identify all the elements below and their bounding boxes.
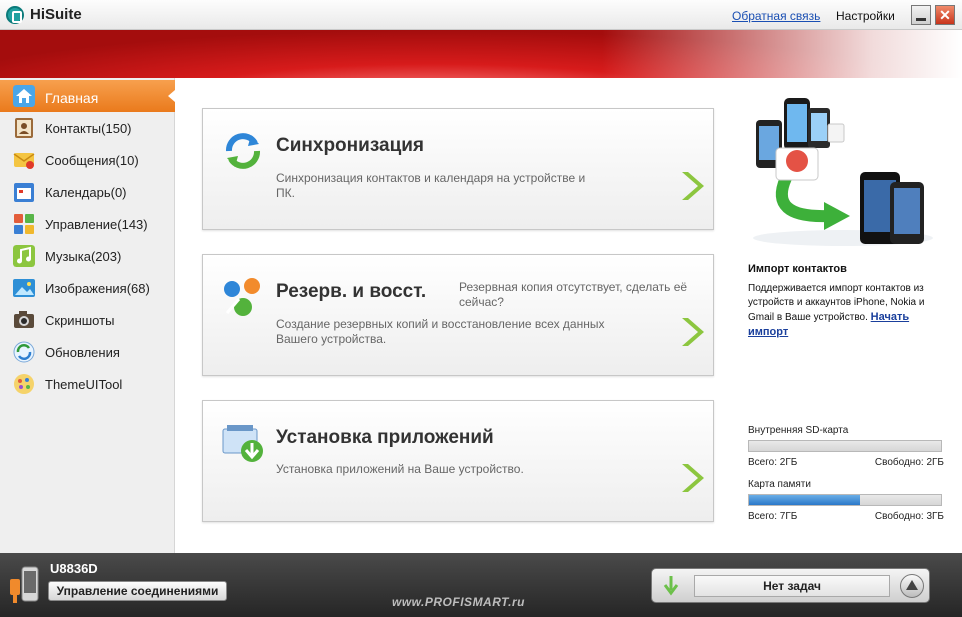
images-icon [13, 279, 35, 297]
sidebar-item-label: Календарь(0) [45, 185, 127, 200]
chevron-right-icon [682, 318, 704, 346]
header-banner [0, 30, 962, 78]
camera-icon [14, 311, 34, 328]
backup-status-note: Резервная копия отсутствует, сделать её … [459, 280, 688, 309]
title-bar: HiSuite Обратная связь Настройки ✕ [0, 0, 962, 30]
sidebar-item-label: Музыка(203) [45, 249, 122, 264]
sidebar-item-messages[interactable]: Сообщения(10) [0, 144, 175, 176]
chevron-right-icon [682, 464, 704, 492]
install-apps-title: Установка приложений [276, 427, 494, 448]
home-icon [13, 85, 35, 107]
chevron-right-icon [682, 172, 704, 200]
sync-icon [226, 133, 260, 169]
memory-card-free: Свободно: 3ГБ [874, 511, 944, 522]
hisuite-logo-icon [6, 6, 24, 24]
install-apps-description: Установка приложений на Ваше устройство. [276, 462, 524, 476]
expand-tasks-button[interactable] [900, 574, 924, 598]
internal-sd-bar [748, 440, 942, 452]
backup-description: Создание резервных копий и восстановлени… [276, 317, 605, 346]
phone-connection-icon [10, 566, 39, 603]
feedback-link[interactable]: Обратная связь [732, 9, 820, 23]
sidebar-item-music[interactable]: Музыка(203) [0, 240, 175, 272]
close-button[interactable]: ✕ [935, 5, 955, 25]
download-arrow-icon [663, 576, 679, 596]
import-contacts-text: Поддерживается импорт контактов из устро… [748, 282, 944, 340]
sidebar-item-label: Обновления [45, 345, 120, 360]
messages-icon [13, 153, 35, 169]
install-icon [222, 425, 263, 462]
watermark: www.PROFISMART.ru [392, 595, 525, 609]
sidebar-item-images[interactable]: Изображения(68) [0, 272, 175, 304]
apps-icon [14, 214, 34, 234]
internal-sd-free: Свободно: 2ГБ [874, 457, 944, 468]
calendar-icon [14, 183, 34, 202]
device-name: U8836D [50, 561, 98, 576]
task-status: Нет задач [694, 575, 890, 597]
sidebar: Главная Контакты(150) Сообщения(10) Кале… [0, 78, 175, 553]
app-title: HiSuite [30, 6, 82, 23]
sidebar-item-label: Изображения(68) [45, 281, 150, 296]
theme-icon [14, 374, 34, 394]
import-contacts-illustration [753, 98, 933, 246]
minimize-button[interactable] [911, 5, 931, 25]
sidebar-item-label: Контакты(150) [45, 121, 132, 136]
memory-card-total: Всего: 7ГБ [748, 511, 798, 522]
backup-icon [224, 278, 260, 316]
sidebar-item-home[interactable]: Главная [0, 80, 175, 112]
install-apps-card[interactable]: Установка приложений Установка приложени… [202, 400, 714, 522]
sidebar-item-calendar[interactable]: Календарь(0) [0, 176, 175, 208]
settings-link[interactable]: Настройки [836, 9, 895, 23]
memory-card-bar [748, 494, 942, 506]
sidebar-item-label: ThemeUITool [45, 377, 123, 392]
sidebar-item-contacts[interactable]: Контакты(150) [0, 112, 175, 144]
internal-sd-label: Внутренняя SD-карта [748, 425, 849, 436]
music-icon [13, 245, 35, 267]
sidebar-item-screenshots[interactable]: Скриншоты [0, 304, 175, 336]
backup-title: Резерв. и восст. [276, 281, 427, 302]
status-bar: U8836D Управление соединениями www.PROFI… [0, 553, 962, 617]
sidebar-item-label: Скриншоты [45, 313, 115, 328]
internal-sd-total: Всего: 2ГБ [748, 457, 798, 468]
backup-card[interactable]: Резерв. и восст. Создание резервных копи… [202, 254, 714, 376]
sidebar-item-themeuitool[interactable]: ThemeUITool [0, 368, 175, 400]
update-icon [13, 341, 35, 363]
sidebar-item-updates[interactable]: Обновления [0, 336, 175, 368]
import-contacts-title: Импорт контактов [748, 263, 847, 275]
sync-description: Синхронизация контактов и календаря на у… [276, 171, 586, 200]
manage-connections-button[interactable]: Управление соединениями [48, 581, 227, 601]
sidebar-item-label: Сообщения(10) [45, 153, 139, 168]
memory-card-label: Карта памяти [748, 479, 811, 490]
sidebar-item-label: Главная [45, 90, 99, 106]
sync-card[interactable]: Синхронизация Синхронизация контактов и … [202, 108, 714, 230]
sync-title: Синхронизация [276, 135, 425, 156]
contacts-icon [15, 118, 33, 138]
sidebar-item-label: Управление(143) [45, 217, 148, 232]
sidebar-item-apps[interactable]: Управление(143) [0, 208, 175, 240]
task-panel: Нет задач [651, 568, 930, 603]
memory-card-bar-fill [749, 495, 861, 505]
